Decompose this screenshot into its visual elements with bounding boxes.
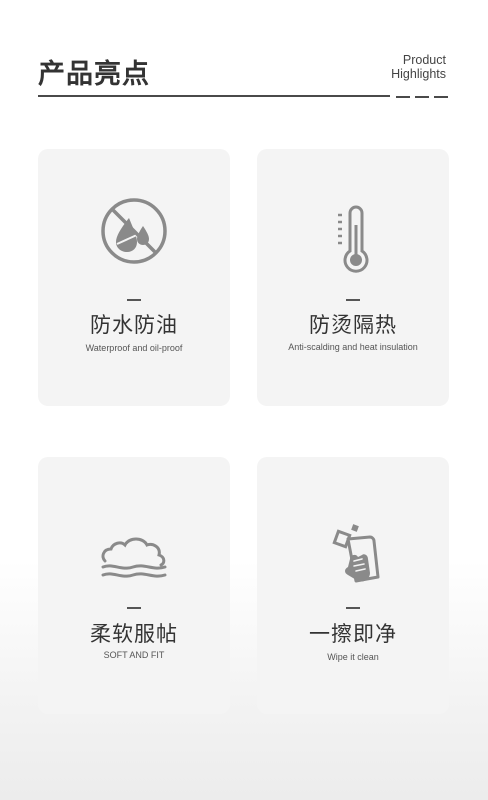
feature-title: 防烫隔热 — [309, 313, 397, 337]
feature-dash — [127, 607, 141, 609]
thermometer-icon — [328, 205, 378, 275]
section-title: 产品亮点 — [38, 59, 150, 90]
header-dash-1 — [396, 96, 410, 98]
header-dash-2 — [415, 96, 429, 98]
feature-subtitle: Wipe it clean — [327, 652, 379, 662]
header-divider — [38, 95, 390, 97]
feature-subtitle: Waterproof and oil-proof — [85, 343, 183, 353]
feature-title: 柔软服帖 — [90, 622, 178, 646]
section-subtitle: Product Highlights — [356, 53, 446, 81]
feature-title: 一擦即净 — [309, 622, 397, 646]
feature-card-soft-fit: 柔软服帖 SOFT AND FIT — [38, 457, 230, 714]
section-header: 产品亮点 Product Highlights — [38, 40, 450, 100]
no-water-drop-icon — [99, 196, 169, 266]
page: 产品亮点 Product Highlights 防水防油 Waterproof … — [0, 0, 488, 800]
feature-dash — [346, 607, 360, 609]
section-subtitle-line2: Highlights — [391, 67, 446, 81]
cloud-icon — [97, 535, 171, 585]
feature-subtitle: Anti-scalding and heat insulation — [288, 342, 418, 352]
feature-card-heat-insulation: 防烫隔热 Anti-scalding and heat insulation — [257, 149, 449, 406]
hand-wipe-icon — [318, 519, 388, 589]
header-dash-3 — [434, 96, 448, 98]
feature-dash — [127, 299, 141, 301]
feature-dash — [346, 299, 360, 301]
section-subtitle-line1: Product — [402, 53, 446, 67]
feature-subtitle: SOFT AND FIT — [103, 650, 165, 660]
feature-card-waterproof: 防水防油 Waterproof and oil-proof — [38, 149, 230, 406]
feature-card-wipe-clean: 一擦即净 Wipe it clean — [257, 457, 449, 714]
feature-title: 防水防油 — [90, 313, 178, 337]
